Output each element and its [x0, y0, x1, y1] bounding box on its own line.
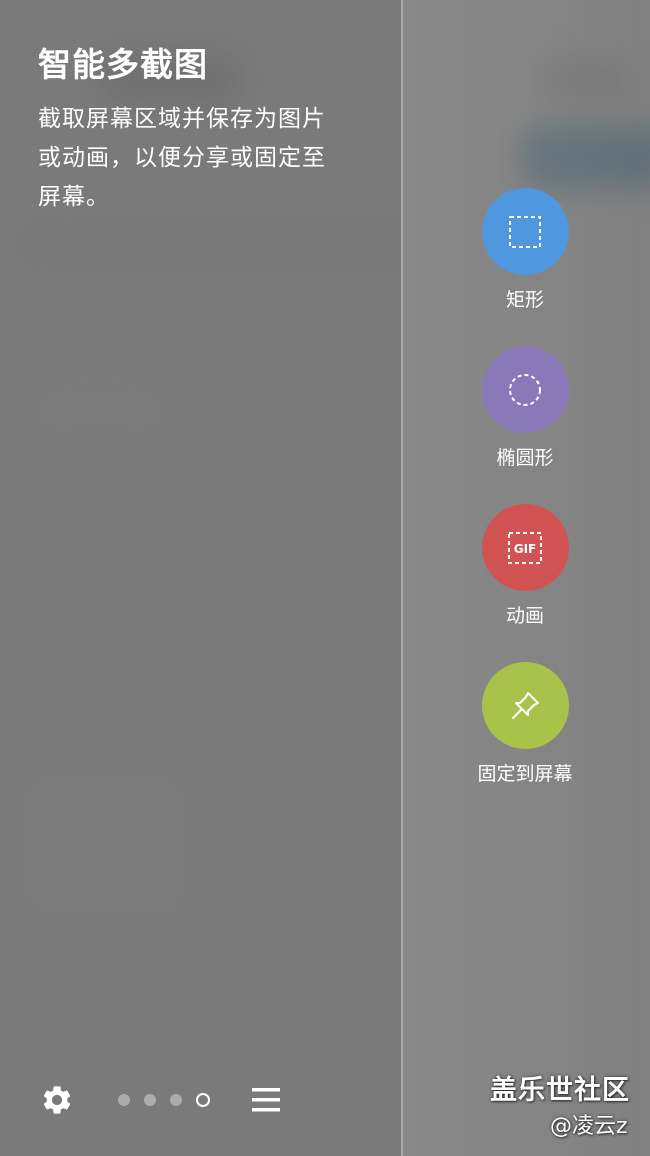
gif-icon-text: GIF [514, 542, 537, 556]
pin-to-screen-button[interactable]: 固定到屏幕 [455, 662, 595, 786]
animation-gif-button[interactable]: GIF 动画 [455, 504, 595, 628]
oval-select-button[interactable]: 椭圆形 [455, 346, 595, 470]
page-indicator [118, 1093, 210, 1107]
pin-to-screen-circle[interactable] [481, 662, 569, 749]
oval-select-label: 椭圆形 [496, 447, 554, 469]
blurred-shape [30, 385, 170, 435]
pin-to-screen-label: 固定到屏幕 [477, 763, 573, 785]
dashed-circle-icon [509, 373, 541, 406]
oval-select-circle[interactable] [481, 346, 569, 433]
animation-gif-circle[interactable]: GIF [481, 504, 569, 591]
watermark-author: @凌云z [550, 1114, 628, 1139]
rectangle-select-circle[interactable] [481, 188, 569, 275]
page-dot[interactable] [170, 1094, 182, 1106]
hamburger-icon[interactable] [250, 1085, 282, 1115]
intro-title: 智能多截图 [38, 45, 208, 84]
pin-icon [512, 691, 539, 719]
dashed-square-icon [509, 215, 541, 248]
page-dot[interactable] [144, 1094, 156, 1106]
animation-gif-label: 动画 [505, 605, 544, 627]
intro-description: 截取屏幕区域并保存为图片或动画，以便分享或固定至屏幕。 [38, 106, 326, 210]
page-dot-active[interactable] [196, 1093, 210, 1107]
rectangle-select-label: 矩形 [505, 289, 544, 311]
gear-icon[interactable] [40, 1083, 74, 1117]
rectangle-select-button[interactable]: 矩形 [455, 188, 595, 312]
gif-icon: GIF [508, 531, 542, 564]
page-dot[interactable] [118, 1094, 130, 1106]
blurred-shape [20, 770, 190, 920]
watermark-community: 盖乐世社区 [490, 1075, 630, 1106]
